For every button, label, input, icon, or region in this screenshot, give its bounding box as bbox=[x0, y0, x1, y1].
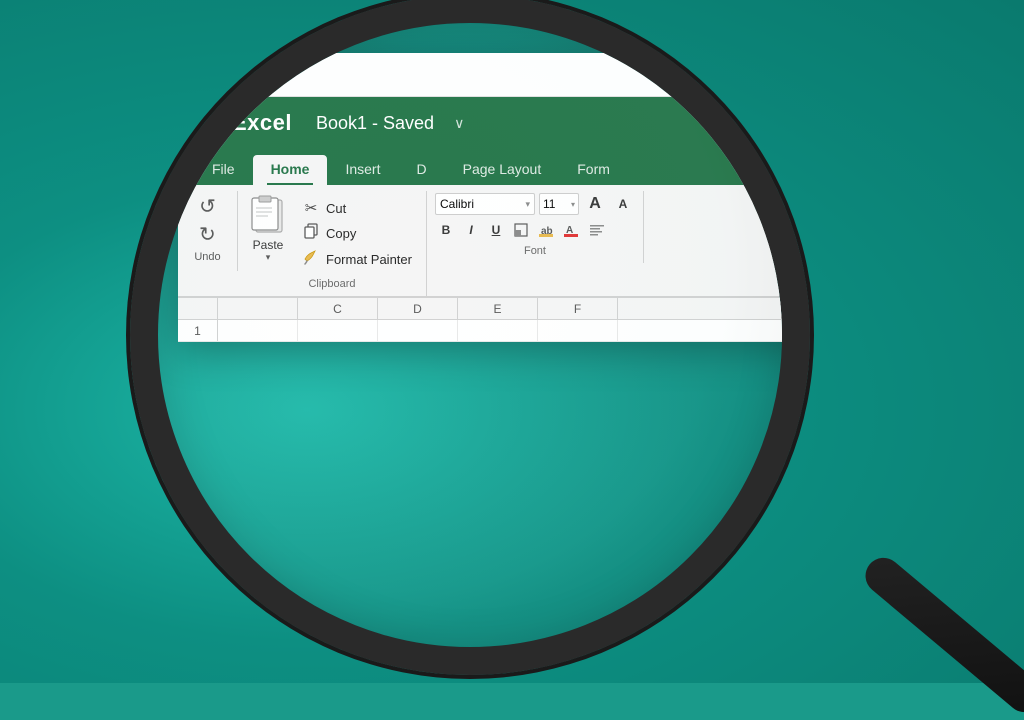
clipboard-group-label: Clipboard bbox=[248, 275, 416, 296]
clipboard-actions: ✂ Cut Copy bbox=[298, 193, 416, 271]
highlight-button[interactable]: ab bbox=[535, 219, 557, 241]
align-icon bbox=[589, 223, 605, 237]
font-name-select[interactable]: Calibri ▾ bbox=[435, 193, 535, 215]
col-header-f: F bbox=[538, 298, 618, 319]
font-row1: Calibri ▾ 11 ▾ A A bbox=[435, 193, 635, 215]
tab-home[interactable]: Home bbox=[253, 155, 328, 185]
cut-label: Cut bbox=[326, 201, 346, 216]
cut-icon: ✂ bbox=[302, 199, 320, 217]
close-button[interactable] bbox=[190, 68, 203, 81]
window-controls bbox=[190, 68, 245, 81]
font-group-label: Font bbox=[435, 245, 635, 263]
cell-e1[interactable] bbox=[458, 320, 538, 341]
font-size-value: 11 bbox=[543, 197, 555, 211]
paste-button[interactable]: Paste ▾ bbox=[248, 193, 288, 263]
italic-button[interactable]: I bbox=[460, 219, 482, 241]
redo-button[interactable]: ↺ bbox=[199, 221, 216, 249]
col-header-e: E bbox=[458, 298, 538, 319]
col-header-c: C bbox=[298, 298, 378, 319]
excel-header-bar: Excel Book1 - Saved ∨ bbox=[178, 97, 810, 149]
font-group: Calibri ▾ 11 ▾ A A B I U bbox=[427, 191, 644, 263]
format-painter-label: Format Painter bbox=[326, 252, 412, 267]
paste-icon bbox=[248, 193, 288, 237]
format-painter-button[interactable]: Format Painter bbox=[298, 247, 416, 271]
app-title: Excel bbox=[232, 110, 292, 136]
cell-b1[interactable] bbox=[218, 320, 298, 341]
tab-file[interactable]: File bbox=[194, 155, 253, 185]
paste-label: Paste bbox=[253, 238, 284, 252]
tab-page-layout[interactable]: Page Layout bbox=[445, 155, 560, 185]
undo-label: Undo bbox=[194, 251, 220, 263]
copy-label: Copy bbox=[326, 226, 356, 241]
excel-window: ⊞ ‹ › Excel Book1 - Saved ∨ File H bbox=[178, 53, 810, 342]
magnifier-lens: ⊞ ‹ › Excel Book1 - Saved ∨ File H bbox=[130, 0, 810, 675]
border-button[interactable] bbox=[510, 219, 532, 241]
cell-c1[interactable] bbox=[298, 320, 378, 341]
bold-button[interactable]: B bbox=[435, 219, 457, 241]
undo-redo-area: ↺ ↺ Undo bbox=[178, 191, 238, 271]
alignment-icons bbox=[589, 223, 605, 237]
title-dropdown-arrow[interactable]: ∨ bbox=[454, 115, 464, 132]
clipboard-group: Paste ▾ ✂ Cut bbox=[238, 191, 427, 296]
font-size-select[interactable]: 11 ▾ bbox=[539, 193, 579, 215]
underline-button[interactable]: U bbox=[485, 219, 507, 241]
copy-icon bbox=[302, 223, 320, 243]
format-painter-icon bbox=[302, 249, 320, 269]
cut-button[interactable]: ✂ Cut bbox=[298, 197, 416, 219]
title-bar: ⊞ ‹ › bbox=[178, 53, 810, 97]
minimize-button[interactable] bbox=[211, 68, 224, 81]
tab-formulas[interactable]: Form bbox=[559, 155, 628, 185]
undo-button[interactable]: ↺ bbox=[199, 193, 216, 221]
app-grid-icon[interactable] bbox=[194, 112, 216, 134]
maximize-button[interactable] bbox=[232, 68, 245, 81]
col-header-d: D bbox=[378, 298, 458, 319]
cell-d1[interactable] bbox=[378, 320, 458, 341]
font-grow-button[interactable]: A bbox=[583, 193, 607, 215]
font-color-button[interactable]: A bbox=[560, 219, 582, 241]
spreadsheet-area: C D E F 1 bbox=[178, 297, 810, 342]
ribbon-content: ↺ ↺ Undo bbox=[178, 185, 810, 297]
book-title: Book1 - Saved bbox=[316, 113, 434, 134]
font-dropdown-arrow: ▾ bbox=[525, 199, 530, 210]
tab-d[interactable]: D bbox=[398, 155, 444, 185]
clipboard-items: Paste ▾ ✂ Cut bbox=[248, 193, 416, 271]
size-dropdown-arrow: ▾ bbox=[571, 200, 575, 209]
tab-insert[interactable]: Insert bbox=[327, 155, 398, 185]
row-number-1: 1 bbox=[178, 320, 218, 341]
column-headers: C D E F bbox=[178, 298, 810, 320]
paste-dropdown-arrow[interactable]: ▾ bbox=[266, 252, 271, 263]
ribbon-tabs: File Home Insert D Page Layout Form bbox=[178, 149, 810, 185]
col-header-b bbox=[218, 298, 298, 319]
copy-button[interactable]: Copy bbox=[298, 221, 416, 245]
table-row: 1 bbox=[178, 320, 810, 342]
corner-cell bbox=[178, 298, 218, 319]
font-row2: B I U ab bbox=[435, 219, 635, 241]
cell-f1[interactable] bbox=[538, 320, 618, 341]
font-shrink-button[interactable]: A bbox=[611, 193, 635, 215]
font-name-value: Calibri bbox=[440, 197, 474, 211]
